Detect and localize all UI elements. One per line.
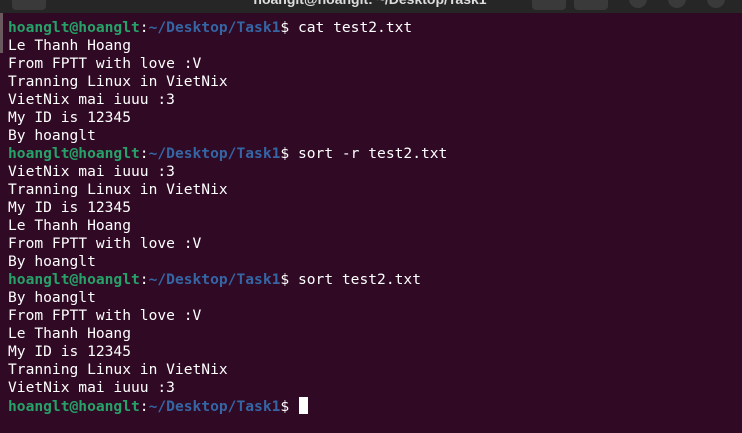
prompt-symbol: $ [280,271,298,288]
command-line: hoanglt@hoanglt:~/Desktop/Task1$ sort -r… [8,145,742,163]
output-line: Tranning Linux in VietNix [8,73,228,90]
title-bar: hoanglt@hoanglt: ~/Desktop/Task1 [0,0,742,13]
output-line: From FPTT with love :V [8,235,202,252]
prompt-symbol: $ [280,19,298,36]
output-line: My ID is 12345 [8,343,132,360]
prompt-user-host: hoanglt@hoanglt [8,19,140,36]
output-line: From FPTT with love :V [8,307,202,324]
output-line: VietNix mai iuuu :3 [8,91,175,108]
output-line: By hoanglt [8,289,96,306]
prompt-path: ~/Desktop/Task1 [148,398,281,415]
prompt-symbol: $ [280,398,298,415]
window-edge [0,13,3,53]
output-line: VietNix mai iuuu :3 [8,163,175,180]
close-icon[interactable] [707,0,725,8]
output-line: From FPTT with love :V [8,55,202,72]
output-line: Le Thanh Hoang [8,217,132,234]
minimize-icon[interactable] [629,0,647,8]
active-prompt-line[interactable]: hoanglt@hoanglt:~/Desktop/Task1$ [8,397,742,415]
search-button[interactable] [532,0,566,10]
prompt-symbol: $ [280,145,298,162]
output-line: Tranning Linux in VietNix [8,181,228,198]
output-line: By hoanglt [8,127,96,144]
prompt-user-host: hoanglt@hoanglt [8,271,140,288]
command-text: cat test2.txt [297,19,413,36]
prompt-user-host: hoanglt@hoanglt [8,145,140,162]
output-line: By hoanglt [8,253,96,270]
prompt-separator: : [139,19,149,36]
command-text: sort test2.txt [297,271,421,288]
prompt-path: ~/Desktop/Task1 [148,271,281,288]
prompt-separator: : [139,145,149,162]
output-line: My ID is 12345 [8,109,132,126]
output-line: Le Thanh Hoang [8,325,132,342]
prompt-path: ~/Desktop/Task1 [148,19,281,36]
output-line: VietNix mai iuuu :3 [8,379,175,396]
output-line: Le Thanh Hoang [8,37,132,54]
terminal-output[interactable]: hoanglt@hoanglt:~/Desktop/Task1$ cat tes… [8,19,742,415]
menu-button[interactable] [574,0,608,10]
new-tab-button[interactable] [12,0,46,10]
window-title: hoanglt@hoanglt: ~/Desktop/Task1 [220,0,520,13]
text-cursor [298,397,308,414]
prompt-separator: : [139,271,149,288]
command-text: sort -r test2.txt [297,145,448,162]
output-line: My ID is 12345 [8,199,132,216]
prompt-user-host: hoanglt@hoanglt [8,398,140,415]
command-line: hoanglt@hoanglt:~/Desktop/Task1$ sort te… [8,271,742,289]
output-line: Tranning Linux in VietNix [8,361,228,378]
prompt-path: ~/Desktop/Task1 [148,145,281,162]
prompt-separator: : [139,398,149,415]
terminal-window: hoanglt@hoanglt: ~/Desktop/Task1 hoanglt… [0,0,742,433]
maximize-icon[interactable] [668,0,686,8]
command-line: hoanglt@hoanglt:~/Desktop/Task1$ cat tes… [8,19,742,37]
